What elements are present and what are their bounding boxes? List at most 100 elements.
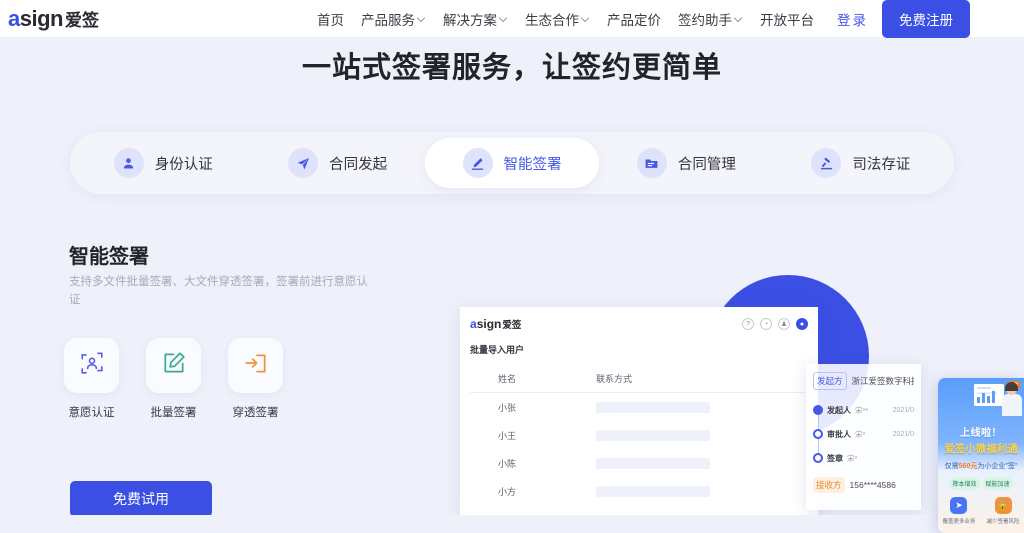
column-header-name: 姓名 [470, 372, 596, 385]
table-row: 小王 [470, 421, 808, 449]
site-logo[interactable]: asign 爱签 [8, 6, 99, 32]
nav-item-assistant[interactable]: 签约助手 [678, 9, 743, 29]
chevron-down-icon [500, 14, 508, 22]
feature-batch-signing[interactable]: 批量签署 [146, 338, 201, 420]
feature-card [64, 338, 119, 393]
pen-icon [463, 148, 493, 178]
section-description: 支持多文件批量签署、大文件穿透签署，签署前进行意愿认证 [69, 274, 379, 310]
mockup-table: 姓名 联系方式 小张 小王 小陈 小方 [460, 365, 818, 505]
tab-smart-signing[interactable]: 智能签署 [425, 138, 599, 188]
mockup-panel-title: 批量导入用户 [460, 341, 818, 356]
person-illustration-icon [1002, 383, 1022, 415]
tab-label: 合同管理 [678, 153, 736, 174]
site-header: asign 爱签 首页 产品服务 解决方案 生态合作 产品定价 签约助手 开放平… [0, 0, 1024, 37]
table-header-row: 姓名 联系方式 [470, 365, 808, 393]
tab-label: 司法存证 [852, 153, 910, 174]
feature-intent-verification[interactable]: 意愿认证 [64, 338, 119, 420]
flow-header: 发起方 浙江爱签数字科技 [813, 372, 914, 390]
tab-contract-management[interactable]: 合同管理 [599, 138, 773, 188]
nav-item-ecosystem[interactable]: 生态合作 [525, 9, 590, 29]
mockup-topbar: asign 爱签 ? ◔ ♟ ● [460, 307, 818, 341]
hero-title: 一站式签署服务，让签约更简单 [0, 44, 1024, 86]
person-dot-icon [813, 429, 823, 439]
lock-icon: 🔒 [995, 497, 1012, 514]
login-link[interactable]: 登录 [837, 9, 868, 29]
avatar-icon[interactable]: ● [796, 318, 808, 330]
feature-card [228, 338, 283, 393]
cell-name: 小陈 [470, 457, 596, 470]
table-row: 小方 [470, 477, 808, 505]
main-nav: 首页 产品服务 解决方案 生态合作 产品定价 签约助手 开放平台 [317, 9, 814, 29]
question-icon[interactable]: ? [742, 318, 754, 330]
nav-label: 产品定价 [607, 9, 661, 29]
cell-name: 小张 [470, 401, 596, 414]
nav-item-products[interactable]: 产品服务 [361, 9, 426, 29]
mockup-controls: ? ◔ ♟ ● [742, 318, 808, 330]
gavel-icon [811, 148, 841, 178]
chevron-down-icon [582, 14, 590, 22]
cell-name: 小王 [470, 429, 596, 442]
feature-tabbar: 身份认证 合同发起 智能签署 合同管理 司法存证 [70, 132, 954, 194]
bell-icon[interactable]: ♟ [778, 318, 790, 330]
step-date: 2021/0 [893, 407, 914, 414]
edit-square-icon [161, 350, 187, 381]
promo-feature-risk: 🔒 减少签署风险 [987, 497, 1020, 525]
folder-icon [637, 148, 667, 178]
step-value: 宋* [847, 453, 857, 464]
nav-label: 开放平台 [760, 9, 814, 29]
nav-label: 生态合作 [525, 9, 579, 29]
chevron-down-icon [735, 14, 743, 22]
tab-judicial-deposit[interactable]: 司法存证 [774, 138, 948, 188]
initiator-tag: 发起方 [813, 372, 847, 390]
step-role: 审批人 [827, 429, 851, 440]
cell-contact-masked [596, 402, 710, 413]
cell-contact-masked [596, 430, 710, 441]
step-date: 2021/0 [893, 431, 914, 438]
promo-features: ➤ 覆盖更多业务 🔒 减少签署风险 [938, 497, 1024, 525]
tab-label: 身份认证 [155, 153, 213, 174]
nav-label: 产品服务 [361, 9, 415, 29]
promo-tag: 降本增效 [949, 477, 979, 490]
organization-name: 浙江爱签数字科技 [852, 375, 914, 387]
promo-widget[interactable]: 限时 上线啦！ 爱签小微福利通 仅需560元为小企业"签" 降本增效 赋能加速 … [938, 378, 1024, 533]
feature-card [146, 338, 201, 393]
promo-feature-label: 减少签署风险 [987, 517, 1020, 525]
promo-tags: 降本增效 赋能加速 [938, 477, 1024, 490]
clock-icon[interactable]: ◔ [760, 318, 772, 330]
app-mockup: asign 爱签 ? ◔ ♟ ● 批量导入用户 姓名 联系方式 小张 小王 [460, 307, 818, 517]
nav-label: 签约助手 [678, 9, 732, 29]
free-trial-button[interactable]: 免费试用 [70, 481, 212, 517]
tab-contract-initiation[interactable]: 合同发起 [250, 138, 424, 188]
cell-contact-masked [596, 458, 710, 469]
receiver-tag: 接收方 [813, 477, 845, 493]
nav-item-home[interactable]: 首页 [317, 9, 344, 29]
nav-label: 解决方案 [443, 9, 497, 29]
cell-name: 小方 [470, 485, 596, 498]
logo-latin: asign [8, 6, 63, 32]
table-row: 小张 [470, 393, 808, 421]
promo-subtitle: 仅需560元为小企业"签" [938, 461, 1024, 471]
person-dot-icon [813, 453, 823, 463]
feature-label: 批量签署 [151, 404, 197, 420]
table-row: 小陈 [470, 449, 808, 477]
flow-step-approver: 审批人 宋* 2021/0 [813, 422, 914, 446]
column-header-contact: 联系方式 [596, 372, 632, 385]
rocket-icon: ➤ [950, 497, 967, 514]
nav-item-solutions[interactable]: 解决方案 [443, 9, 508, 29]
nav-item-pricing[interactable]: 产品定价 [607, 9, 661, 29]
user-icon [114, 148, 144, 178]
receiver-phone: 156****4586 [850, 480, 896, 490]
feature-penetrating-signing[interactable]: 穿透签署 [228, 338, 283, 420]
nav-item-open-platform[interactable]: 开放平台 [760, 9, 814, 29]
flow-step-initiator: 发起人 宋** 2021/0 [813, 398, 914, 422]
flow-step-seal: 签章 宋* [813, 446, 914, 470]
chevron-down-icon [418, 14, 426, 22]
nav-label: 首页 [317, 9, 344, 29]
step-role: 签章 [827, 453, 843, 464]
mockup-logo: asign 爱签 [470, 317, 521, 331]
send-icon [288, 148, 318, 178]
tab-identity-verification[interactable]: 身份认证 [76, 138, 250, 188]
register-button[interactable]: 免费注册 [882, 0, 970, 38]
page-bottom-strip [0, 515, 1024, 533]
cell-contact-masked [596, 486, 710, 497]
